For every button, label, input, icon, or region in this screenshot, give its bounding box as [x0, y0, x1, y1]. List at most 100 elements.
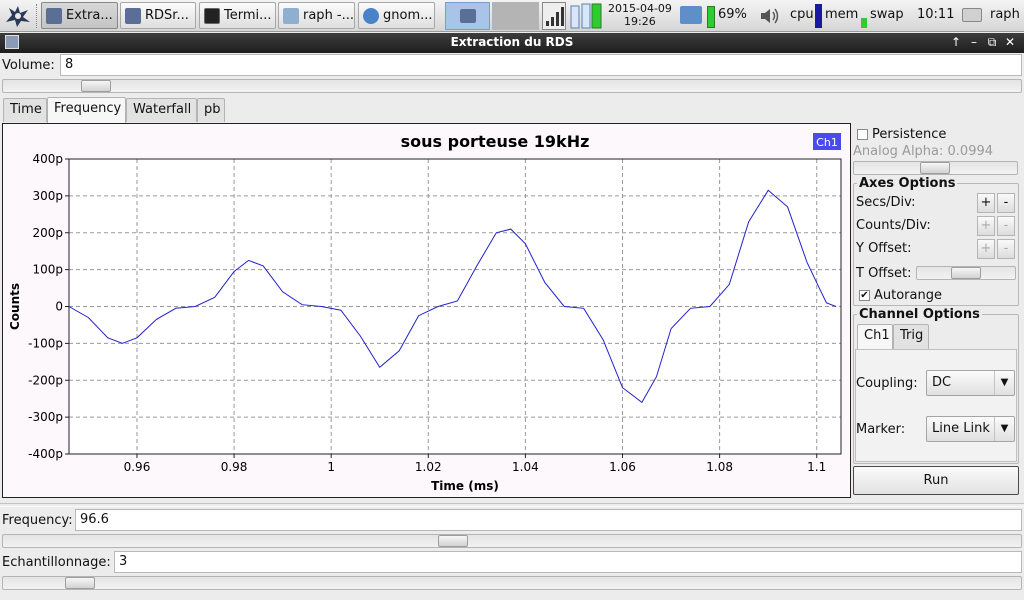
autorange-check[interactable]: ✔ [859, 290, 870, 301]
x-tick-label: 0.96 [124, 460, 151, 474]
task-rdsr[interactable]: RDSr... [120, 2, 196, 29]
tab-waterfall[interactable]: Waterfall [126, 98, 197, 122]
task-folder[interactable]: raph -... [278, 2, 355, 29]
secs-div-label: Secs/Div: [856, 195, 916, 210]
echantillonnage-label: Echantillonnage: [2, 555, 111, 570]
t-offset-handle[interactable] [951, 267, 981, 279]
minimize-button[interactable]: – [966, 34, 982, 50]
tab-ch1[interactable]: Ch1 [857, 324, 893, 349]
battery-icon [707, 6, 715, 28]
persistence-check[interactable] [857, 129, 868, 140]
tab-time[interactable]: Time [3, 98, 47, 122]
tab-frequency[interactable]: Frequency [47, 97, 126, 123]
analog-alpha-handle[interactable] [920, 162, 950, 174]
chart-title: sous porteuse 19kHz [401, 132, 590, 151]
y-offset-minus-button[interactable]: - [997, 239, 1015, 259]
autorange-label: Autorange [874, 288, 942, 303]
maximize-button[interactable]: ⧉ [984, 34, 1000, 50]
volume-label: Volume: [2, 58, 55, 73]
signal-icon [542, 2, 566, 30]
axes-options-title: Axes Options [857, 176, 958, 191]
y-tick-label: 300p [32, 189, 63, 203]
user-label: raph [990, 7, 1020, 22]
frequency-field[interactable]: 96.6 [75, 509, 1022, 531]
echantillonnage-slider[interactable] [2, 576, 1022, 590]
counts-div-plus-button[interactable]: + [977, 216, 995, 236]
tab-trig[interactable]: Trig [893, 324, 929, 349]
secs-div-minus-button[interactable]: - [997, 193, 1015, 213]
y-offset-plus-button[interactable]: + [977, 239, 995, 259]
analog-alpha-slider[interactable] [853, 161, 1018, 175]
y-axis-label: Counts [8, 283, 22, 330]
browser-icon [363, 7, 379, 24]
separator [0, 503, 1024, 507]
y-tick-label: 400p [32, 152, 63, 166]
battery-label: 69% [718, 7, 747, 22]
marker-value: Line Link [932, 421, 990, 436]
workspace-2[interactable] [492, 2, 539, 30]
cpu-meter [815, 4, 822, 28]
clock-label: 10:11 [917, 7, 955, 22]
coupling-select[interactable]: DC ▼ [926, 370, 1015, 396]
time-label: 19:26 [624, 15, 656, 28]
coupling-value: DC [932, 375, 952, 390]
x-tick-label: 1.1 [807, 460, 826, 474]
x-tick-label: 1.06 [609, 460, 636, 474]
keep-above-icon[interactable]: ↑ [948, 34, 964, 50]
task-label: Extra... [66, 8, 113, 23]
x-tick-label: 1.02 [415, 460, 442, 474]
x-tick-label: 0.98 [221, 460, 248, 474]
marker-label: Marker: [856, 422, 906, 437]
y-tick-label: -400p [28, 447, 63, 461]
frequency-slider-handle[interactable] [438, 535, 468, 547]
analog-alpha-label: Analog Alpha: 0.0994 [853, 144, 994, 159]
chevron-down-icon[interactable]: ▼ [994, 417, 1014, 441]
run-button[interactable]: Run [853, 466, 1019, 495]
y-tick-label: 0 [55, 300, 63, 314]
y-tick-label: 200p [32, 226, 63, 240]
workspace-1[interactable] [445, 2, 490, 30]
folder-icon[interactable] [680, 6, 702, 24]
volume-slider[interactable] [2, 79, 1022, 93]
taskbar: Extra... RDSr... Termi... raph -... gnom… [0, 0, 1024, 32]
monitor-icon [570, 2, 602, 30]
chevron-down-icon[interactable]: ▼ [994, 371, 1014, 395]
volume-slider-handle[interactable] [81, 80, 111, 92]
app-icon [125, 7, 141, 24]
drive-icon[interactable] [962, 8, 982, 22]
cpu-label: cpu [790, 7, 814, 22]
task-terminal[interactable]: Termi... [199, 2, 276, 29]
volume-field[interactable]: 8 [60, 54, 1022, 76]
echantillonnage-slider-handle[interactable] [65, 577, 95, 589]
frequency-slider[interactable] [2, 534, 1022, 548]
task-extraction[interactable]: Extra... [41, 2, 118, 29]
y-tick-label: -200p [28, 373, 63, 387]
y-offset-label: Y Offset: [856, 241, 912, 256]
x-tick-label: 1 [327, 460, 335, 474]
window-title: Extraction du RDS [450, 35, 574, 49]
secs-div-plus-button[interactable]: + [977, 193, 995, 213]
volume-icon[interactable] [759, 6, 781, 26]
x-tick-label: 1.04 [512, 460, 539, 474]
channel-tab-pane [855, 349, 1017, 462]
frequency-plot[interactable]: 0.96 0.98 1 1.02 1.04 1.06 1.08 1.1 400p 300p 200p… [3, 124, 850, 497]
y-tick-label: 100p [32, 263, 63, 277]
t-offset-slider[interactable] [916, 266, 1016, 280]
echantillonnage-field[interactable]: 3 [114, 551, 1022, 573]
task-label: RDSr... [145, 8, 189, 23]
frequency-label: Frequency: [2, 513, 73, 528]
close-button[interactable]: ✕ [1002, 34, 1018, 50]
x-axis-label: Time (ms) [431, 479, 499, 493]
task-browser[interactable]: gnom... [358, 2, 435, 29]
counts-div-label: Counts/Div: [856, 218, 931, 233]
y-tick-label: -300p [28, 410, 63, 424]
window-titlebar[interactable]: Extraction du RDS ↑ – ⧉ ✕ [0, 33, 1024, 53]
marker-select[interactable]: Line Link ▼ [926, 416, 1015, 442]
t-offset-label: T Offset: [856, 266, 912, 281]
task-label: raph -... [303, 8, 355, 23]
counts-div-minus-button[interactable]: - [997, 216, 1015, 236]
mem-meter [861, 18, 867, 28]
tab-pb[interactable]: pb [197, 98, 225, 122]
plot-area[interactable]: 0.96 0.98 1 1.02 1.04 1.06 1.08 1.1 400p 300p 200p… [2, 123, 851, 498]
start-menu-icon[interactable] [3, 2, 33, 30]
